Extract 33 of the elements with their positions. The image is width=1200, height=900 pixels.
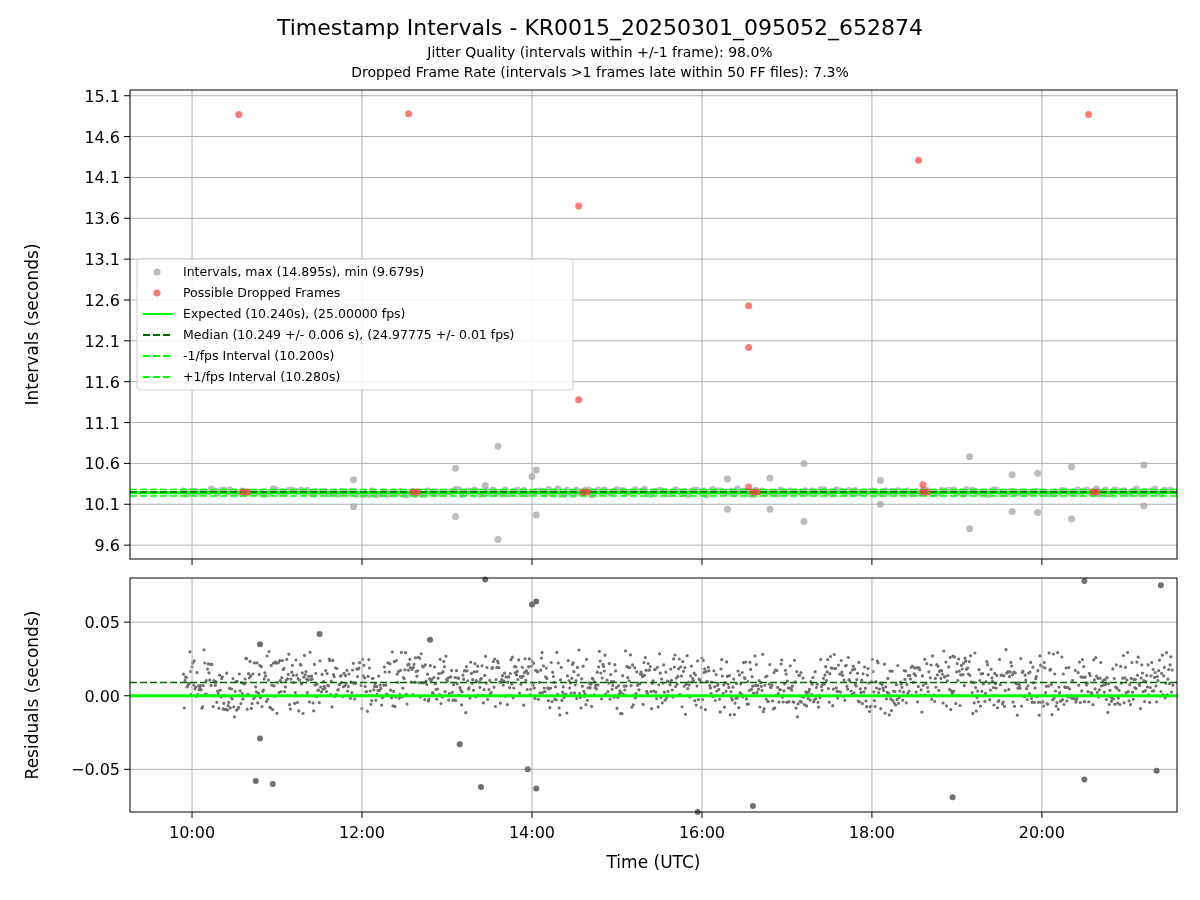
axis-tick-label: 10.1 (84, 495, 120, 515)
axis-tick-label: 12.6 (84, 291, 120, 310)
legend-label: +1/fps Interval (10.280s) (183, 369, 341, 384)
axis-tick-label: 14.1 (84, 168, 120, 188)
axis-tick-label: 0.05 (84, 613, 120, 633)
axis-tick-label: 10.6 (84, 454, 120, 474)
axis-tick-label: 9.6 (94, 536, 120, 556)
legend-label: Intervals, max (14.895s), min (9.679s) (183, 264, 425, 279)
axis-tick-label: 13.6 (84, 209, 120, 229)
chart-subtitle: Jitter Quality (intervals within +/-1 frame): 98.0% (427, 43, 773, 62)
legend-label: -1/fps Interval (10.200s) (183, 348, 335, 363)
axis-title: Intervals (seconds) (22, 243, 42, 406)
axis-tick-label: 12.1 (84, 331, 120, 351)
axis-tick-label: 16:00 (678, 823, 725, 842)
axis-tick-label: 13.1 (84, 250, 120, 270)
axis-tick-label: 12:00 (338, 823, 386, 842)
chart-subtitle: Dropped Frame Rate (intervals >1 frames late within 50 FF files): 7.3% (351, 63, 849, 82)
axis-tick-label: 20:00 (1018, 823, 1065, 842)
legend-label: Possible Dropped Frames (183, 285, 341, 300)
legend-label: Median (10.249 +/- 0.006 s), (24.97775 +/- 0.01 fps) (183, 327, 515, 342)
axis-tick-label: −0.05 (70, 760, 120, 780)
axis-tick-label: 15.1 (84, 88, 120, 106)
legend-label: Expected (10.240s), (25.00000 fps) (183, 306, 406, 321)
axis-title: Time (UTC) (606, 852, 701, 872)
axis-tick-label: 14:00 (508, 823, 556, 842)
axis-title: Residuals (seconds) (22, 610, 42, 780)
axis-tick-label: 0.00 (84, 686, 120, 706)
axis-tick-label: 14.6 (84, 127, 120, 147)
chart-title: Timestamp Intervals - KR0015_20250301_095052_652874 (276, 14, 924, 42)
axis-tick-label: 11.1 (84, 413, 120, 433)
axis-tick-label: 10:00 (169, 823, 216, 842)
axis-tick-label: 18:00 (848, 823, 895, 842)
axis-tick-label: 11.6 (84, 372, 120, 392)
